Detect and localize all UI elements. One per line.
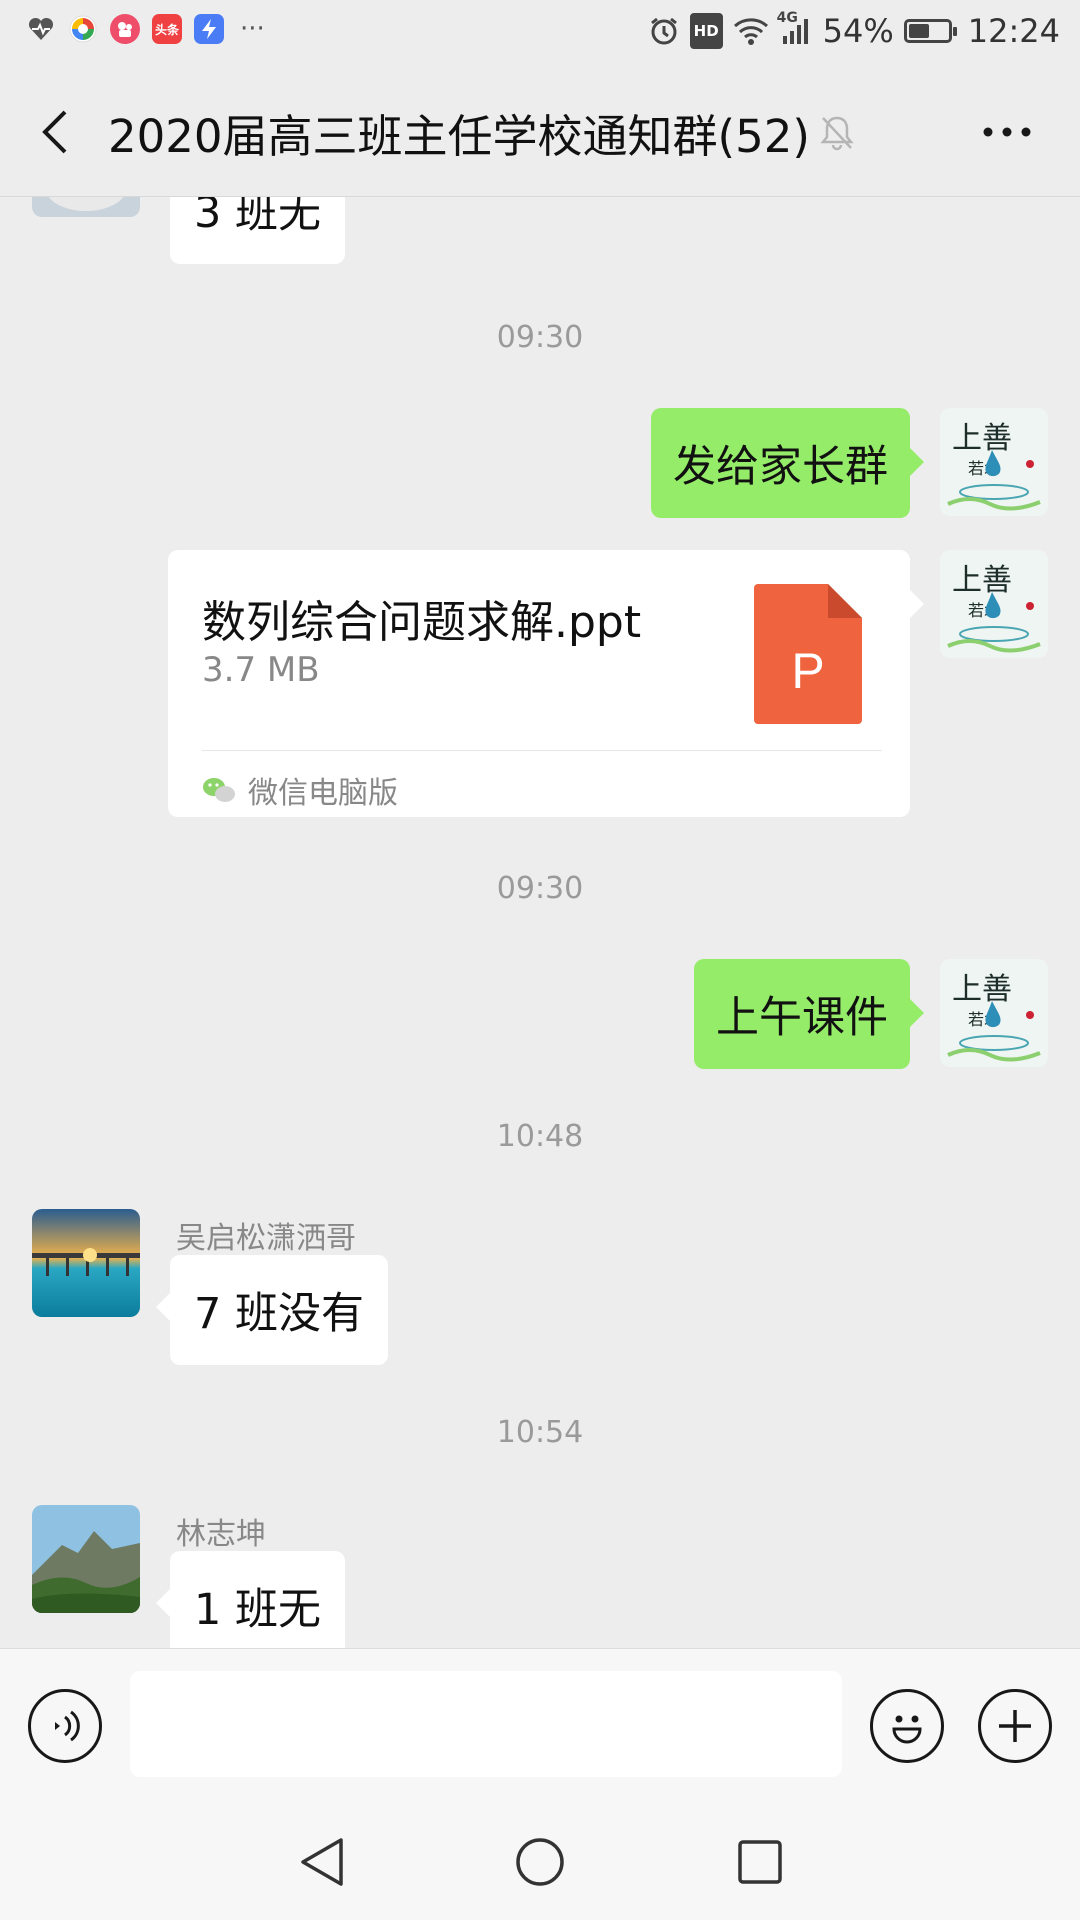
message-text: 上午课件	[716, 993, 888, 1043]
home-button[interactable]	[512, 1834, 568, 1890]
alarm-icon	[648, 16, 680, 46]
svg-text:上善: 上善	[952, 421, 1012, 456]
notification-icons: 头条 ···	[26, 14, 265, 44]
sender-name: 林志坤	[176, 1517, 266, 1552]
photos-app-icon	[68, 14, 98, 44]
voice-button[interactable]	[28, 1689, 102, 1763]
back-arrow-icon	[42, 110, 67, 154]
square-recents-icon	[738, 1840, 782, 1884]
voice-icon	[55, 1710, 80, 1742]
battery-percent: 54%	[822, 12, 894, 50]
timestamp: 10:48	[496, 1119, 584, 1154]
avatar[interactable]	[32, 1209, 140, 1317]
wechat-icon	[203, 778, 235, 802]
divider	[202, 750, 882, 751]
file-type-letter: P	[791, 643, 825, 699]
emoji-button[interactable]	[870, 1689, 944, 1763]
message-input[interactable]	[130, 1671, 842, 1777]
plus-icon	[999, 1710, 1031, 1742]
svg-text:上善: 上善	[952, 972, 1012, 1007]
my-avatar[interactable]: 上善 若水	[940, 959, 1048, 1067]
circle-home-icon	[516, 1838, 564, 1886]
chat-title: 2020届高三班主任学校通知群(52)	[108, 110, 810, 163]
chat-header: 2020届高三班主任学校通知群(52)	[0, 68, 1080, 197]
sent-message-bubble[interactable]: 发给家长群	[651, 408, 924, 518]
message-bubble[interactable]: 3 班无	[170, 197, 346, 264]
triangle-back-icon	[301, 1838, 343, 1886]
message-text: 7 班没有	[194, 1289, 365, 1339]
timestamp: 09:30	[496, 320, 584, 355]
message-bubble[interactable]: 7 班没有	[155, 1255, 389, 1365]
video-app-icon	[110, 14, 140, 44]
chat-messages[interactable]: 3 班无 09:30 发给家长群 上善 若水 数列综合问题求解.ppt 3.7 M…	[0, 197, 1080, 1648]
timestamp: 10:54	[496, 1415, 584, 1450]
wifi-icon	[733, 16, 769, 46]
cellular-signal-icon: 4G	[777, 10, 813, 46]
file-message-card[interactable]: 数列综合问题求解.ppt 3.7 MB P 微信电脑版	[168, 550, 924, 817]
avatar[interactable]	[32, 1505, 140, 1613]
message-input-bar	[0, 1648, 1080, 1801]
mute-icon	[817, 112, 857, 152]
message-bubble[interactable]: 1 班无	[155, 1551, 346, 1648]
file-source-label: 微信电脑版	[248, 776, 398, 811]
health-app-icon	[26, 14, 56, 44]
timestamp: 09:30	[496, 871, 584, 906]
file-source: 微信电脑版	[202, 768, 398, 812]
battery-icon	[903, 19, 957, 43]
plus-button[interactable]	[978, 1689, 1052, 1763]
my-avatar[interactable]: 上善 若水	[940, 408, 1048, 516]
more-options-button[interactable]	[972, 110, 1042, 154]
clock: 12:24	[967, 12, 1060, 50]
system-status: HD 4G 54% 12:24	[648, 10, 1060, 50]
emoji-icon	[892, 1715, 922, 1744]
recents-button[interactable]	[732, 1834, 788, 1890]
file-name: 数列综合问题求解.ppt	[202, 597, 642, 648]
flash-app-icon	[194, 14, 224, 44]
message-text: 1 班无	[194, 1585, 322, 1635]
file-size: 3.7 MB	[202, 650, 320, 690]
my-avatar[interactable]: 上善 若水	[940, 550, 1048, 658]
system-back-button[interactable]	[294, 1834, 350, 1890]
sent-message-bubble[interactable]: 上午课件	[694, 959, 924, 1069]
battery-level	[908, 24, 930, 38]
toutiao-app-icon: 头条	[152, 14, 182, 44]
avatar[interactable]	[32, 197, 140, 217]
ppt-file-icon: P	[754, 584, 862, 724]
message-text: 3 班无	[194, 197, 322, 238]
svg-text:上善: 上善	[952, 563, 1012, 598]
hd-icon: HD	[689, 13, 723, 49]
status-bar: 头条 ··· HD 4G 54% 12:24	[0, 0, 1080, 68]
message-text: 发给家长群	[673, 442, 888, 492]
more-icon	[983, 127, 1031, 137]
back-button[interactable]	[24, 102, 84, 162]
system-navigation-bar	[0, 1800, 1080, 1920]
more-notifications-icon: ···	[240, 14, 265, 44]
sender-name: 吴启松潇洒哥	[176, 1221, 356, 1256]
